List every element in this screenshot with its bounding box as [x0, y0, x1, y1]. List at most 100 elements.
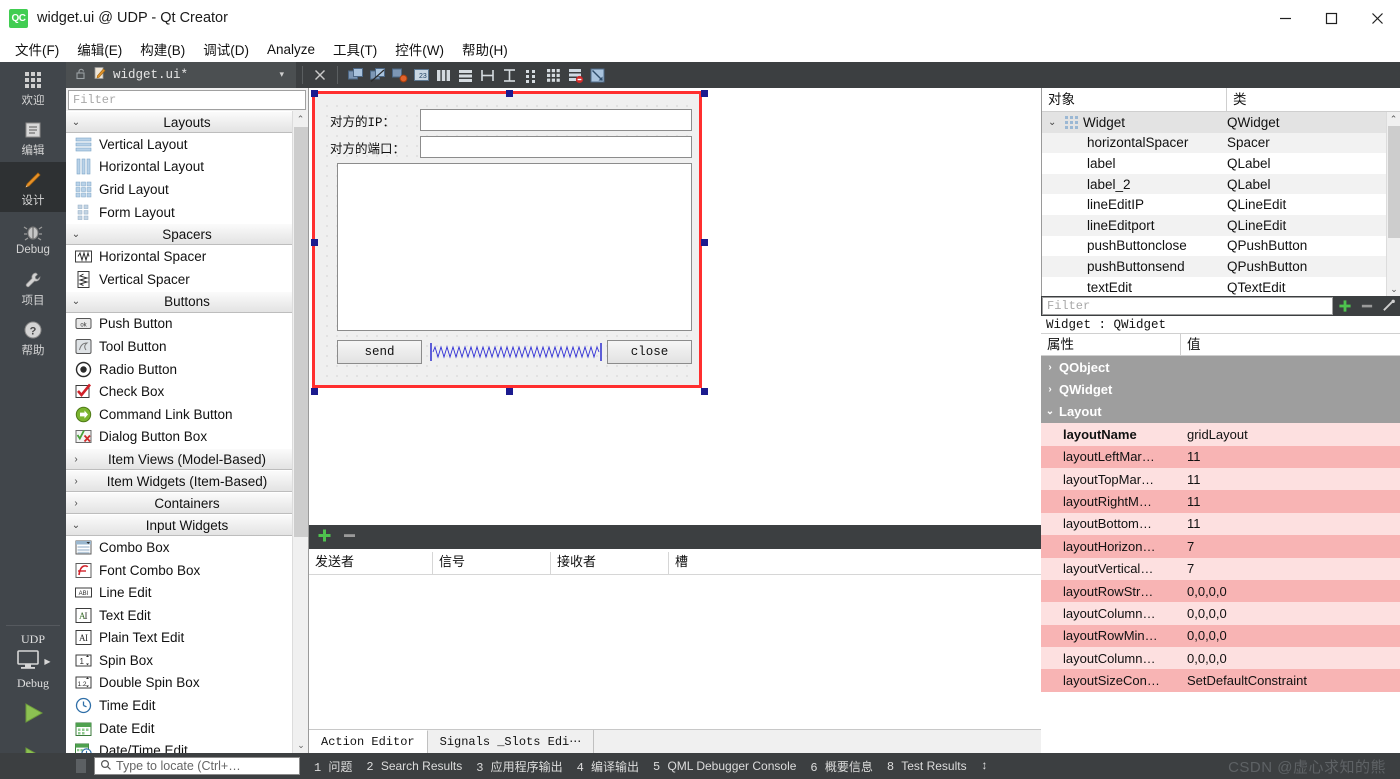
property-value[interactable]: gridLayout — [1181, 427, 1400, 442]
property-group-qobject[interactable]: › QObject — [1041, 356, 1400, 379]
sidebar-item-debug[interactable]: Debug — [0, 212, 66, 262]
scroll-up-icon[interactable]: ⌃ — [293, 111, 308, 127]
property-row[interactable]: layoutName gridLayout — [1041, 423, 1400, 446]
column-header-class[interactable]: 类 — [1227, 88, 1400, 111]
column-header-object[interactable]: 对象 — [1042, 88, 1227, 111]
scroll-up-icon[interactable]: ⌃ — [1387, 112, 1400, 126]
lay-out-in-grid-icon[interactable] — [542, 64, 564, 86]
widget-box-item[interactable]: Tool Button — [66, 335, 308, 358]
output-pane-button[interactable]: 1 问题 — [314, 758, 352, 775]
column-header-slot[interactable]: 槽 — [669, 552, 1041, 574]
column-header-value[interactable]: 值 — [1181, 334, 1400, 355]
widget-box-item[interactable]: Vertical Layout — [66, 133, 308, 156]
edit-buddies-icon[interactable] — [388, 64, 410, 86]
lay-out-in-form-layout-icon[interactable] — [520, 64, 542, 86]
signals-slots-rows[interactable] — [309, 575, 1041, 729]
chevron-right-icon[interactable]: › — [66, 454, 86, 465]
run-button[interactable] — [0, 691, 66, 735]
label-port[interactable]: 对方的端口： — [330, 138, 420, 157]
label-ip[interactable]: 对方的IP： — [330, 111, 420, 130]
adjust-size-icon[interactable] — [586, 64, 608, 86]
edit-widgets-icon[interactable] — [344, 64, 366, 86]
widget-box-item[interactable]: Radio Button — [66, 357, 308, 381]
output-pane-updown-icon[interactable]: ↕ — [981, 759, 988, 773]
object-inspector-scrollbar[interactable]: ⌃ ⌄ — [1386, 112, 1400, 296]
form-widget-selected[interactable]: 对方的IP： 对方的端口： send close — [311, 90, 708, 395]
property-row[interactable]: layoutRowMin… 0,0,0,0 — [1041, 624, 1400, 648]
resize-handle-top-right[interactable] — [701, 90, 708, 97]
close-document-icon[interactable] — [309, 64, 331, 86]
widget-box-item[interactable]: Dialog Button Box — [66, 425, 308, 449]
property-value[interactable]: SetDefaultConstraint — [1181, 673, 1400, 688]
kit-selector[interactable]: UDP ▶ Debug — [0, 617, 66, 691]
menu-analyze[interactable]: Analyze — [258, 39, 324, 60]
property-group-qwidget[interactable]: › QWidget — [1041, 378, 1400, 401]
widget-box-item[interactable]: Vertical Spacer — [66, 267, 308, 291]
maximize-button[interactable] — [1308, 0, 1354, 36]
lineEditIP-input[interactable] — [420, 109, 692, 131]
sidebar-item-help[interactable]: ? 帮助 — [0, 312, 66, 362]
minus-icon[interactable] — [342, 528, 357, 546]
horizontalSpacer-item[interactable] — [430, 340, 602, 364]
edit-tab-order-icon[interactable]: 23 — [410, 64, 432, 86]
chevron-down-icon[interactable]: ⌄ — [66, 296, 86, 307]
widget-box-item[interactable]: 1 Spin Box — [66, 649, 308, 672]
property-group-layout[interactable]: ⌄ Layout — [1041, 400, 1400, 424]
widget-box-item[interactable]: Command Link Button — [66, 402, 308, 426]
widget-box-item[interactable]: ABI Line Edit — [66, 581, 308, 604]
widget-box-item[interactable]: Combo Box — [66, 536, 308, 559]
resize-handle-top-center[interactable] — [506, 90, 513, 97]
widget-box-item[interactable]: A I Text Edit — [66, 603, 308, 627]
unlocked-icon[interactable] — [74, 67, 87, 84]
lay-out-horizontally-icon[interactable] — [432, 64, 454, 86]
property-value[interactable]: 7 — [1181, 561, 1400, 576]
resize-handle-mid-left[interactable] — [311, 239, 318, 246]
column-header-sender[interactable]: 发送者 — [309, 552, 433, 574]
widget-box-category-item-views-model-based[interactable]: › Item Views (Model-Based) — [66, 448, 308, 471]
widget-box-category-spacers[interactable]: ⌄ Spacers — [66, 223, 308, 246]
property-row[interactable]: layoutTopMar… 11 — [1041, 467, 1400, 491]
property-editor-rows[interactable]: › QObject › QWidget ⌄ Layout layoutName gridLay… — [1041, 356, 1400, 692]
lineEditport-input[interactable] — [420, 136, 692, 158]
property-row[interactable]: layoutRightM… 11 — [1041, 490, 1400, 513]
form-widget-body[interactable]: 对方的IP： 对方的端口： send close — [318, 97, 696, 382]
configure-icon[interactable] — [1378, 296, 1400, 316]
scrollbar-thumb[interactable] — [1388, 126, 1400, 238]
plus-icon[interactable] — [317, 528, 332, 546]
chevron-down-icon[interactable]: ▾ — [279, 70, 288, 80]
property-row[interactable]: layoutColumn… 0,0,0,0 — [1041, 602, 1400, 625]
widget-box-item[interactable]: Form Layout — [66, 200, 308, 224]
chevron-down-icon[interactable]: ⌄ — [66, 117, 86, 128]
form-design-canvas[interactable]: 对方的IP： 对方的端口： send close — [309, 88, 1041, 525]
close-button[interactable] — [1354, 0, 1400, 36]
property-value[interactable]: 0,0,0,0 — [1181, 651, 1400, 666]
widget-box-category-input-widgets[interactable]: ⌄ Input Widgets — [66, 514, 308, 537]
lay-out-in-splitter-horizontally-icon[interactable] — [476, 64, 498, 86]
widget-box-category-item-widgets-item-based[interactable]: › Item Widgets (Item-Based) — [66, 470, 308, 493]
tab-action-editor[interactable]: Action Editor — [309, 730, 428, 753]
widget-box-scrollbar[interactable]: ⌃ ⌄ — [292, 111, 308, 753]
object-inspector-row[interactable]: label QLabel — [1042, 153, 1400, 174]
widget-box-category-containers[interactable]: › Containers — [66, 492, 308, 515]
output-pane-button[interactable]: 4 编译输出 — [577, 758, 639, 775]
scrollbar-thumb[interactable] — [294, 127, 308, 537]
property-value[interactable]: 11 — [1181, 472, 1400, 487]
chevron-down-icon[interactable]: ⌄ — [1048, 117, 1060, 128]
widget-box-item[interactable]: Font Combo Box — [66, 558, 308, 582]
chevron-down-icon[interactable]: ⌄ — [1041, 406, 1059, 417]
object-inspector-row[interactable]: textEdit QTextEdit — [1042, 277, 1400, 296]
chevron-down-icon[interactable]: ⌄ — [66, 520, 86, 531]
property-row[interactable]: layoutVertical… 7 — [1041, 557, 1400, 580]
widget-box-item[interactable]: Date/Time Edit — [66, 739, 308, 753]
output-pane-button[interactable]: 6 概要信息 — [810, 758, 872, 775]
chevron-right-icon[interactable]: › — [66, 476, 86, 487]
resize-handle-top-left[interactable] — [311, 90, 318, 97]
menu-debug[interactable]: 调试(D) — [194, 36, 258, 62]
resize-handle-bottom-center[interactable] — [506, 388, 513, 395]
column-header-property[interactable]: 属性 — [1041, 334, 1181, 355]
widget-box-item[interactable]: Horizontal Spacer — [66, 245, 308, 268]
widget-box-item[interactable]: ok Push Button — [66, 312, 308, 336]
object-inspector-row[interactable]: label_2 QLabel — [1042, 173, 1400, 195]
property-value[interactable]: 0,0,0,0 — [1181, 584, 1400, 599]
property-row[interactable]: layoutColumn… 0,0,0,0 — [1041, 647, 1400, 670]
